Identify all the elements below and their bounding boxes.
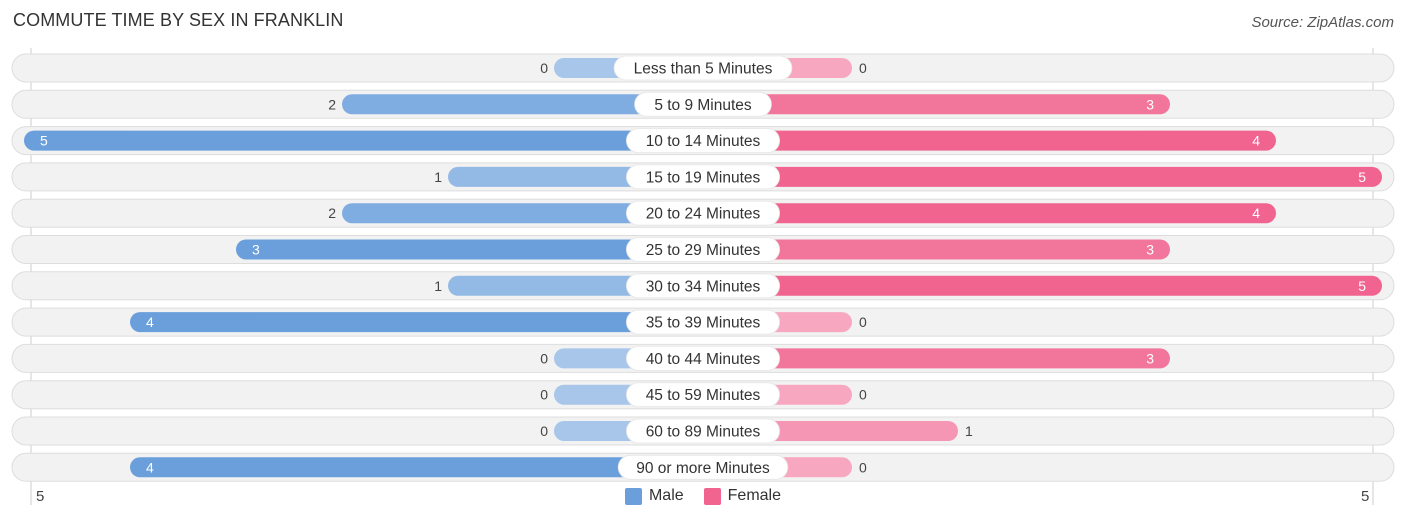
value-label-male: 5 (40, 133, 48, 149)
value-label-female: 0 (859, 387, 867, 403)
value-label-male: 0 (540, 350, 548, 366)
value-label-female: 0 (859, 60, 867, 76)
value-label-female: 0 (859, 314, 867, 330)
value-label-male: 1 (434, 278, 442, 294)
value-label-male: 2 (328, 205, 336, 221)
bar-female[interactable] (703, 166, 1382, 187)
category-label: Less than 5 Minutes (634, 61, 773, 78)
value-label-female: 5 (1358, 169, 1366, 185)
bar-female[interactable] (703, 203, 1276, 224)
category-label: 45 to 59 Minutes (646, 387, 761, 404)
value-label-male: 0 (540, 387, 548, 403)
bar-male[interactable] (24, 130, 703, 151)
value-label-male: 0 (540, 60, 548, 76)
category-label: 35 to 39 Minutes (646, 315, 761, 332)
value-label-male: 2 (328, 96, 336, 112)
legend-swatch-male (624, 487, 642, 505)
legend-label-female: Female (727, 487, 782, 504)
value-label-male: 3 (252, 242, 260, 258)
legend: Male Female (0, 487, 1406, 505)
value-label-female: 4 (1252, 205, 1260, 221)
value-label-female: 0 (859, 459, 867, 475)
value-label-female: 3 (1146, 350, 1154, 366)
value-label-male: 4 (146, 314, 154, 330)
category-label: 25 to 29 Minutes (646, 242, 761, 259)
bar-male[interactable] (130, 457, 703, 478)
bar-female[interactable] (703, 130, 1276, 151)
category-label: 90 or more Minutes (636, 460, 770, 477)
value-label-female: 1 (965, 423, 973, 439)
category-label: 15 to 19 Minutes (646, 169, 761, 186)
category-label: 60 to 89 Minutes (646, 424, 761, 441)
value-label-female: 4 (1252, 133, 1260, 149)
category-label: 40 to 44 Minutes (646, 351, 761, 368)
legend-item-female[interactable]: Female (703, 487, 782, 505)
value-label-male: 0 (540, 423, 548, 439)
bar-female[interactable] (703, 94, 1170, 115)
legend-item-male[interactable]: Male (624, 487, 684, 505)
chart-canvas: 0 0 Less than 5 Minutes 2 3 5 to 9 Minutes 5 4 1… (11, 48, 1395, 505)
bar-female[interactable] (703, 275, 1382, 296)
value-label-male: 4 (146, 459, 154, 475)
bar-male[interactable] (130, 312, 703, 333)
value-label-female: 5 (1358, 278, 1366, 294)
category-label: 10 to 14 Minutes (646, 133, 761, 150)
legend-swatch-female (703, 487, 721, 505)
category-label: 30 to 34 Minutes (646, 278, 761, 295)
value-label-female: 3 (1146, 242, 1154, 258)
value-label-female: 3 (1146, 96, 1154, 112)
value-label-male: 1 (434, 169, 442, 185)
category-label: 20 to 24 Minutes (646, 206, 761, 223)
legend-label-male: Male (648, 487, 684, 504)
category-label: 5 to 9 Minutes (654, 97, 752, 114)
